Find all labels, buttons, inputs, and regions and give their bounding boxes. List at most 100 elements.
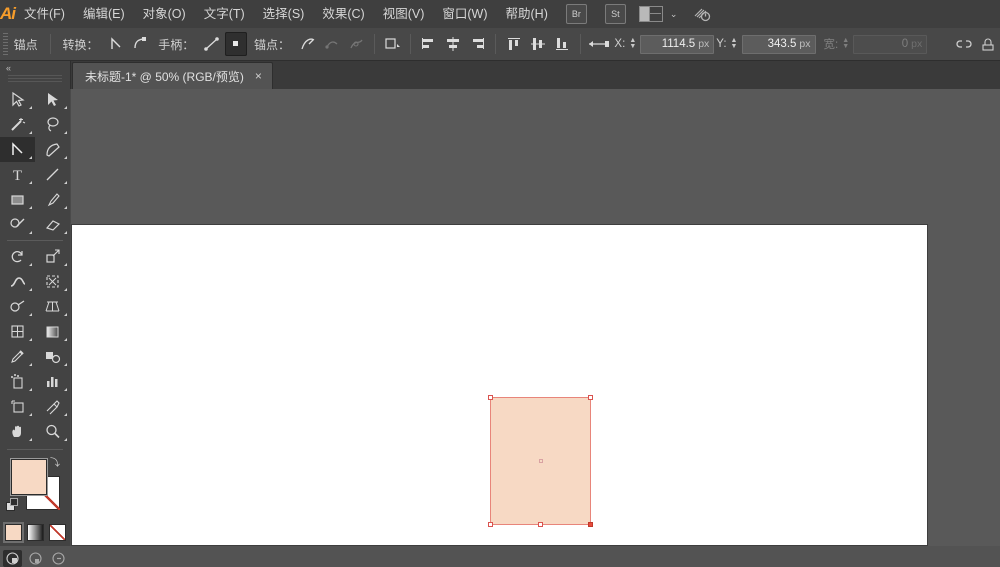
gradient-tool[interactable] bbox=[35, 319, 70, 344]
slice-tool[interactable] bbox=[35, 394, 70, 419]
align-left-icon[interactable] bbox=[418, 32, 440, 56]
x-value: 1114.5 bbox=[661, 38, 696, 50]
y-label: Y: bbox=[716, 38, 727, 50]
distribute-icon[interactable] bbox=[587, 32, 611, 56]
toolbar-collapse-button[interactable]: « bbox=[0, 61, 70, 75]
pencil-tool[interactable] bbox=[0, 212, 35, 237]
color-mode-button[interactable] bbox=[4, 524, 22, 541]
tool-grid: T bbox=[0, 87, 70, 444]
magic-wand-tool[interactable] bbox=[0, 112, 35, 137]
perspective-grid-tool[interactable] bbox=[35, 294, 70, 319]
zoom-tool[interactable] bbox=[35, 419, 70, 444]
x-input[interactable]: 1114.5 px bbox=[640, 34, 715, 54]
width-value: 0 bbox=[901, 38, 909, 50]
type-tool[interactable]: T bbox=[0, 162, 35, 187]
menu-select[interactable]: 选择(S) bbox=[254, 0, 314, 28]
none-mode-button[interactable] bbox=[48, 524, 66, 541]
eyedropper-tool[interactable] bbox=[0, 344, 35, 369]
menu-edit[interactable]: 编辑(E) bbox=[74, 0, 134, 28]
menu-object[interactable]: 对象(O) bbox=[134, 0, 195, 28]
shape-builder-tool[interactable] bbox=[0, 294, 35, 319]
divider bbox=[494, 34, 496, 54]
convert-to-corner-icon[interactable] bbox=[106, 32, 128, 56]
menu-type[interactable]: 文字(T) bbox=[195, 0, 254, 28]
direct-selection-tool[interactable] bbox=[35, 87, 70, 112]
align-middle-v-icon[interactable] bbox=[527, 32, 549, 56]
isolate-object-icon[interactable] bbox=[382, 32, 404, 56]
width-input[interactable]: 0 px bbox=[853, 34, 928, 54]
fill-swatch[interactable] bbox=[11, 459, 47, 495]
line-segment-tool[interactable] bbox=[35, 162, 70, 187]
more-options-icon[interactable] bbox=[977, 32, 999, 56]
divider bbox=[410, 34, 412, 54]
y-input[interactable]: 343.5 px bbox=[741, 34, 816, 54]
anchors-label: 锚点： bbox=[254, 37, 291, 52]
anchor-bottom-left[interactable] bbox=[488, 522, 493, 527]
y-stepper[interactable]: ▲ ▼ bbox=[730, 36, 739, 52]
screen-mode-normal[interactable] bbox=[2, 550, 22, 567]
bridge-button[interactable]: Br bbox=[565, 4, 587, 24]
anchor-top-right[interactable] bbox=[588, 395, 593, 400]
remove-anchor-icon[interactable] bbox=[297, 32, 319, 56]
screen-mode-full-menu[interactable] bbox=[26, 550, 45, 567]
hand-tool[interactable] bbox=[0, 419, 35, 444]
x-stepper[interactable]: ▲ ▼ bbox=[628, 36, 637, 52]
artboard[interactable] bbox=[71, 224, 928, 546]
menu-file[interactable]: 文件(F) bbox=[15, 0, 74, 28]
y-position-field[interactable]: Y: ▲ ▼ 343.5 px bbox=[716, 34, 816, 54]
artboard-tool[interactable] bbox=[0, 394, 35, 419]
anchor-point-tool[interactable] bbox=[0, 137, 35, 162]
close-icon[interactable]: × bbox=[255, 70, 262, 82]
paintbrush-tool[interactable] bbox=[35, 187, 70, 212]
lasso-tool[interactable] bbox=[35, 112, 70, 137]
illustrator-window: Ai 文件(F) 编辑(E) 对象(O) 文字(T) 选择(S) 效果(C) 视… bbox=[0, 0, 1000, 567]
width-stepper[interactable]: ▲ ▼ bbox=[841, 36, 850, 52]
menu-bar: Ai 文件(F) 编辑(E) 对象(O) 文字(T) 选择(S) 效果(C) 视… bbox=[0, 0, 1000, 29]
document-tab-label: 未标题-1* @ 50% (RGB/预览) bbox=[85, 69, 244, 84]
divider bbox=[49, 34, 51, 54]
curvature-tool[interactable] bbox=[35, 137, 70, 162]
swap-fill-stroke-icon[interactable]: ⤵ bbox=[50, 454, 60, 469]
selection-tool[interactable] bbox=[0, 87, 35, 112]
default-fill-stroke-icon[interactable] bbox=[6, 498, 19, 511]
width-tool[interactable] bbox=[0, 269, 35, 294]
align-bottom-icon[interactable] bbox=[551, 32, 573, 56]
menu-window[interactable]: 窗口(W) bbox=[433, 0, 496, 28]
column-graph-tool[interactable] bbox=[35, 369, 70, 394]
gradient-mode-button[interactable] bbox=[26, 524, 44, 541]
menu-help[interactable]: 帮助(H) bbox=[497, 0, 557, 28]
anchor-top-left[interactable] bbox=[488, 395, 493, 400]
free-transform-tool[interactable] bbox=[35, 269, 70, 294]
x-position-field[interactable]: X: ▲ ▼ 1114.5 px bbox=[614, 34, 715, 54]
rectangle-tool[interactable] bbox=[0, 187, 35, 212]
workspace-switcher[interactable]: ⌄ bbox=[638, 6, 677, 22]
search-help-icon[interactable] bbox=[693, 6, 711, 22]
symbol-sprayer-tool[interactable] bbox=[0, 369, 35, 394]
menu-effect[interactable]: 效果(C) bbox=[313, 0, 373, 28]
align-right-icon[interactable] bbox=[466, 32, 488, 56]
hide-handles-icon[interactable] bbox=[225, 32, 248, 56]
toolbar-grip[interactable] bbox=[8, 75, 62, 84]
canvas-area[interactable] bbox=[70, 89, 1000, 546]
connect-anchor-icon[interactable] bbox=[321, 32, 343, 56]
link-broken-icon[interactable] bbox=[953, 32, 975, 56]
width-field[interactable]: 宽: ▲ ▼ 0 px bbox=[824, 34, 928, 54]
rotate-tool[interactable] bbox=[0, 244, 35, 269]
convert-to-smooth-icon[interactable] bbox=[129, 32, 151, 56]
scale-tool[interactable] bbox=[35, 244, 70, 269]
menu-view[interactable]: 视图(V) bbox=[374, 0, 434, 28]
cut-path-icon[interactable] bbox=[345, 32, 367, 56]
align-top-icon[interactable] bbox=[503, 32, 525, 56]
blend-tool[interactable] bbox=[35, 344, 70, 369]
rectangle-shape[interactable] bbox=[488, 395, 593, 527]
mesh-tool[interactable] bbox=[0, 319, 35, 344]
anchor-bottom-right[interactable] bbox=[588, 522, 593, 527]
anchor-bottom-center[interactable] bbox=[537, 522, 543, 527]
document-tab[interactable]: 未标题-1* @ 50% (RGB/预览) × bbox=[72, 62, 273, 89]
control-bar: 锚点 转换： 手柄： 锚点： X: ▲ ▼ 1114.5 px Y: ▲ ▼ 3… bbox=[0, 28, 1000, 61]
align-center-h-icon[interactable] bbox=[442, 32, 464, 56]
screen-mode-full[interactable] bbox=[49, 550, 68, 567]
eraser-tool[interactable] bbox=[35, 212, 70, 237]
stock-button[interactable]: St bbox=[604, 4, 626, 24]
show-handles-icon[interactable] bbox=[201, 32, 223, 56]
